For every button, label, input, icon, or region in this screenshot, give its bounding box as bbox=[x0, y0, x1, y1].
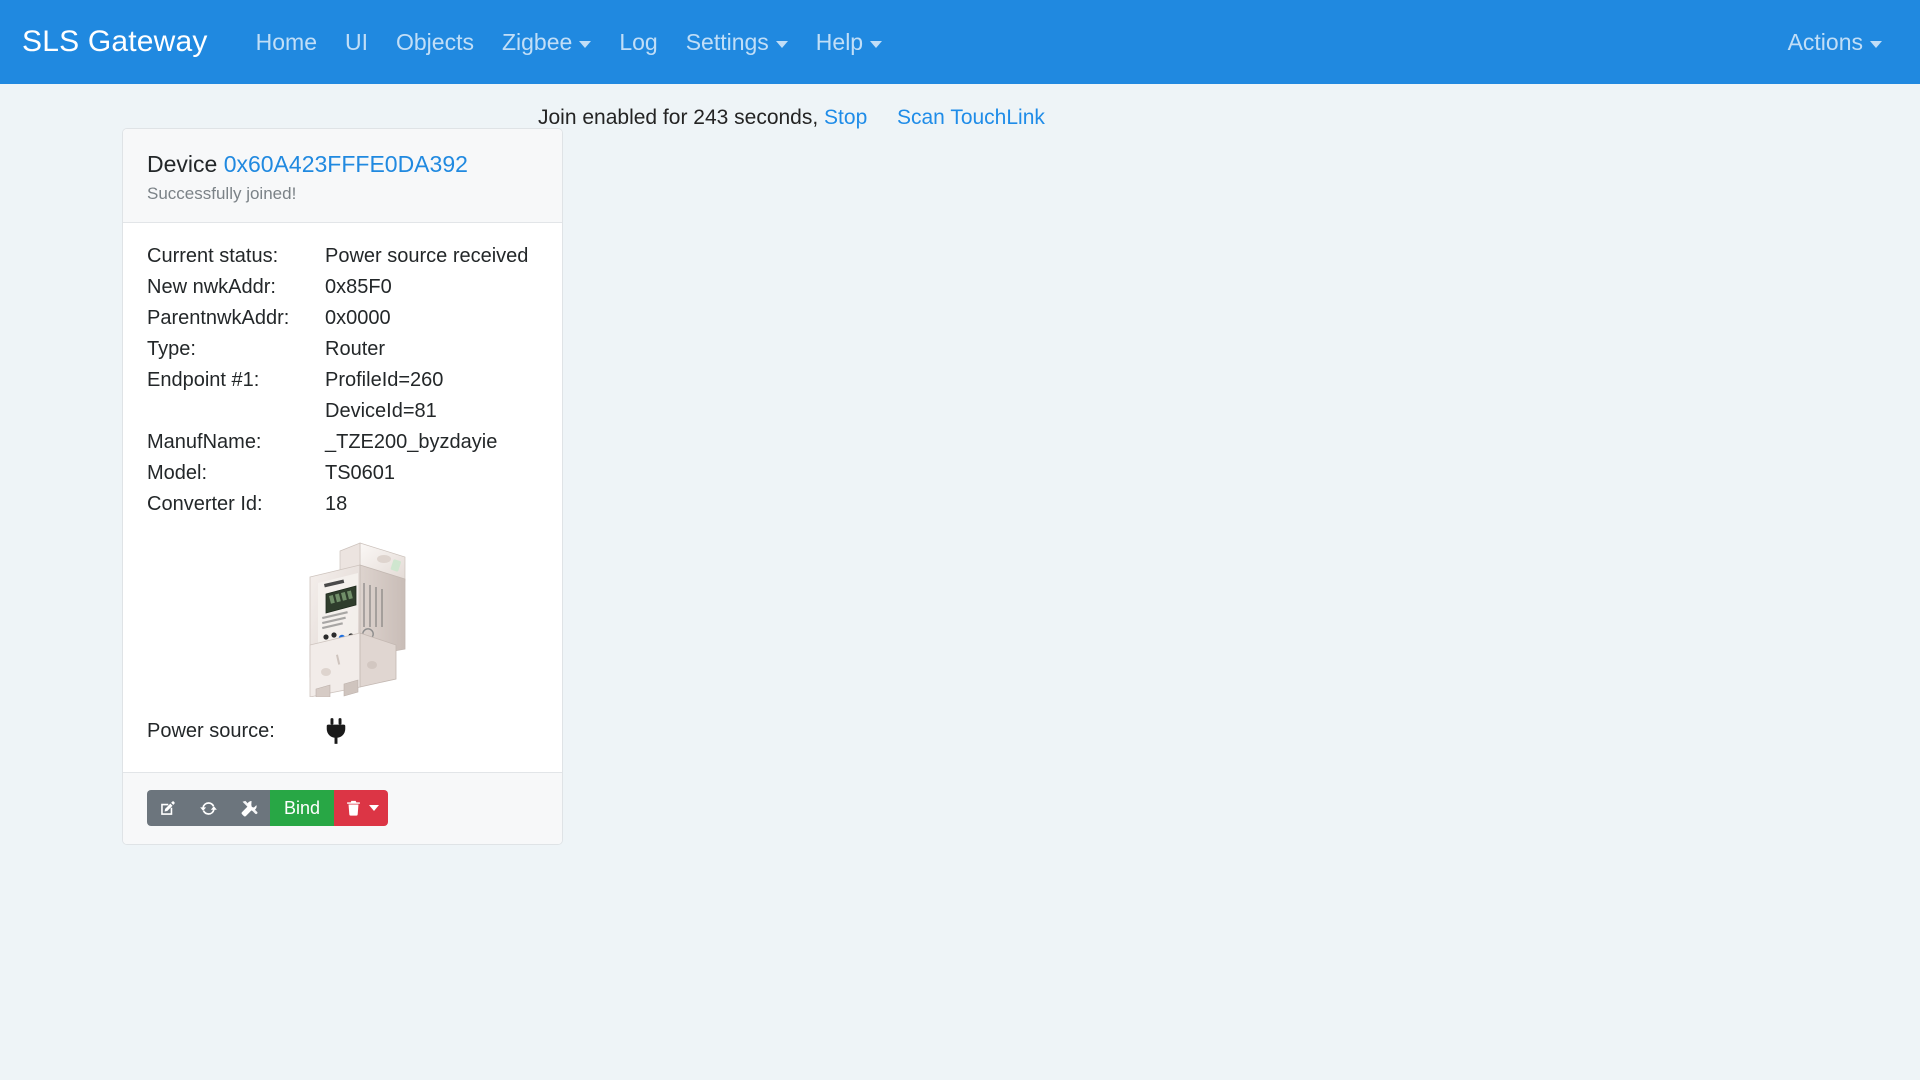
table-row: Current status: Power source received bbox=[147, 245, 538, 276]
chevron-down-icon bbox=[579, 40, 592, 48]
nav-item-actions[interactable]: Actions bbox=[1774, 23, 1896, 62]
device-join-status: Successfully joined! bbox=[147, 184, 297, 203]
property-label: Converter Id: bbox=[147, 493, 263, 515]
refresh-button[interactable] bbox=[188, 790, 229, 826]
nav-item-label: Actions bbox=[1787, 28, 1863, 55]
table-row: New nwkAddr: 0x85F0 bbox=[147, 276, 538, 307]
tools-icon bbox=[241, 800, 258, 816]
edit-icon bbox=[161, 800, 175, 815]
device-card-footer: Bind bbox=[123, 772, 562, 844]
table-row: ParentnwkAddr: 0x0000 bbox=[147, 307, 538, 338]
property-value: 18 bbox=[325, 493, 348, 515]
property-value: 0x0000 bbox=[325, 307, 391, 329]
nav-item-label: Settings bbox=[685, 28, 769, 55]
tools-button[interactable] bbox=[229, 790, 270, 826]
chevron-down-icon bbox=[775, 40, 788, 48]
nav-right-group: Actions bbox=[1774, 23, 1896, 62]
nav-item-settings[interactable]: Settings bbox=[672, 23, 802, 62]
join-status-label: Join enabled for 243 seconds, bbox=[538, 106, 819, 129]
device-address-link[interactable]: 0x60A423FFFE0DA392 bbox=[224, 151, 468, 177]
device-title-prefix: Device bbox=[147, 151, 218, 177]
nav-item-home[interactable]: Home bbox=[242, 23, 331, 62]
join-status-text: Join enabled for 243 seconds, Stop bbox=[538, 106, 867, 130]
device-photo bbox=[147, 528, 538, 706]
mains-plug-icon bbox=[326, 718, 346, 744]
property-value: Power source received bbox=[325, 245, 529, 267]
table-row: DeviceId=81 bbox=[147, 400, 538, 431]
device-card-header: Device 0x60A423FFFE0DA392 Successfully j… bbox=[123, 129, 562, 223]
table-row: Endpoint #1: ProfileId=260 bbox=[147, 369, 538, 400]
device-actions-group: Bind bbox=[147, 790, 538, 826]
edit-button[interactable] bbox=[147, 790, 188, 826]
chevron-down-icon bbox=[1870, 40, 1882, 48]
nav-links: Home UI Objects Zigbee Log Settings Help bbox=[242, 23, 1774, 62]
property-label: New nwkAddr: bbox=[147, 276, 276, 298]
property-value: ProfileId=260 bbox=[325, 369, 444, 391]
trash-icon bbox=[347, 800, 360, 816]
top-navbar: SLS Gateway Home UI Objects Zigbee Log S… bbox=[0, 0, 1920, 84]
table-row: Model: TS0601 bbox=[147, 462, 538, 493]
brand-logo[interactable]: SLS Gateway bbox=[22, 25, 208, 59]
power-source-row: Power source: bbox=[147, 712, 538, 762]
property-label bbox=[147, 400, 325, 431]
table-row: Converter Id: 18 bbox=[147, 493, 538, 524]
device-card: Device 0x60A423FFFE0DA392 Successfully j… bbox=[122, 128, 563, 845]
device-card-body: Current status: Power source received Ne… bbox=[123, 223, 562, 772]
din-rail-energy-meter-icon bbox=[309, 542, 405, 697]
stop-join-link[interactable]: Stop bbox=[824, 106, 867, 129]
nav-item-objects[interactable]: Objects bbox=[382, 23, 488, 62]
power-source-label: Power source: bbox=[147, 719, 275, 742]
chevron-down-icon bbox=[870, 40, 883, 48]
refresh-icon bbox=[200, 801, 217, 815]
device-properties-table: Current status: Power source received Ne… bbox=[147, 245, 538, 524]
nav-item-log[interactable]: Log bbox=[605, 23, 671, 62]
property-label: ParentnwkAddr: bbox=[147, 307, 290, 329]
device-card-title: Device 0x60A423FFFE0DA392 bbox=[147, 151, 538, 178]
nav-item-label: Zigbee bbox=[501, 28, 573, 55]
nav-item-zigbee[interactable]: Zigbee bbox=[488, 23, 605, 62]
property-value: 0x85F0 bbox=[325, 276, 392, 298]
property-label: Model: bbox=[147, 462, 208, 484]
property-label: Type: bbox=[147, 338, 196, 360]
nav-item-help[interactable]: Help bbox=[802, 23, 896, 62]
table-row: ManufName: _TZE200_byzdayie bbox=[147, 431, 538, 462]
nav-item-ui[interactable]: UI bbox=[331, 23, 382, 62]
nav-item-label: UI bbox=[345, 28, 368, 55]
nav-item-label: Objects bbox=[396, 28, 474, 55]
nav-item-label: Log bbox=[619, 28, 658, 55]
nav-item-label: Help bbox=[815, 28, 864, 55]
property-label: ManufName: bbox=[147, 431, 262, 453]
scan-touchlink-container: Scan TouchLink bbox=[897, 106, 1045, 130]
nav-item-label: Home bbox=[255, 28, 317, 55]
delete-button[interactable] bbox=[334, 790, 389, 826]
property-value: _TZE200_byzdayie bbox=[325, 431, 498, 453]
property-value: Router bbox=[325, 338, 386, 360]
property-label: Current status: bbox=[147, 245, 279, 267]
property-label: Endpoint #1: bbox=[147, 369, 260, 391]
property-value: DeviceId=81 bbox=[325, 400, 437, 422]
scan-touchlink-link[interactable]: Scan TouchLink bbox=[897, 106, 1045, 129]
table-row: Type: Router bbox=[147, 338, 538, 369]
chevron-down-icon bbox=[369, 805, 380, 811]
property-value: TS0601 bbox=[325, 462, 396, 484]
bind-button[interactable]: Bind bbox=[270, 790, 335, 826]
